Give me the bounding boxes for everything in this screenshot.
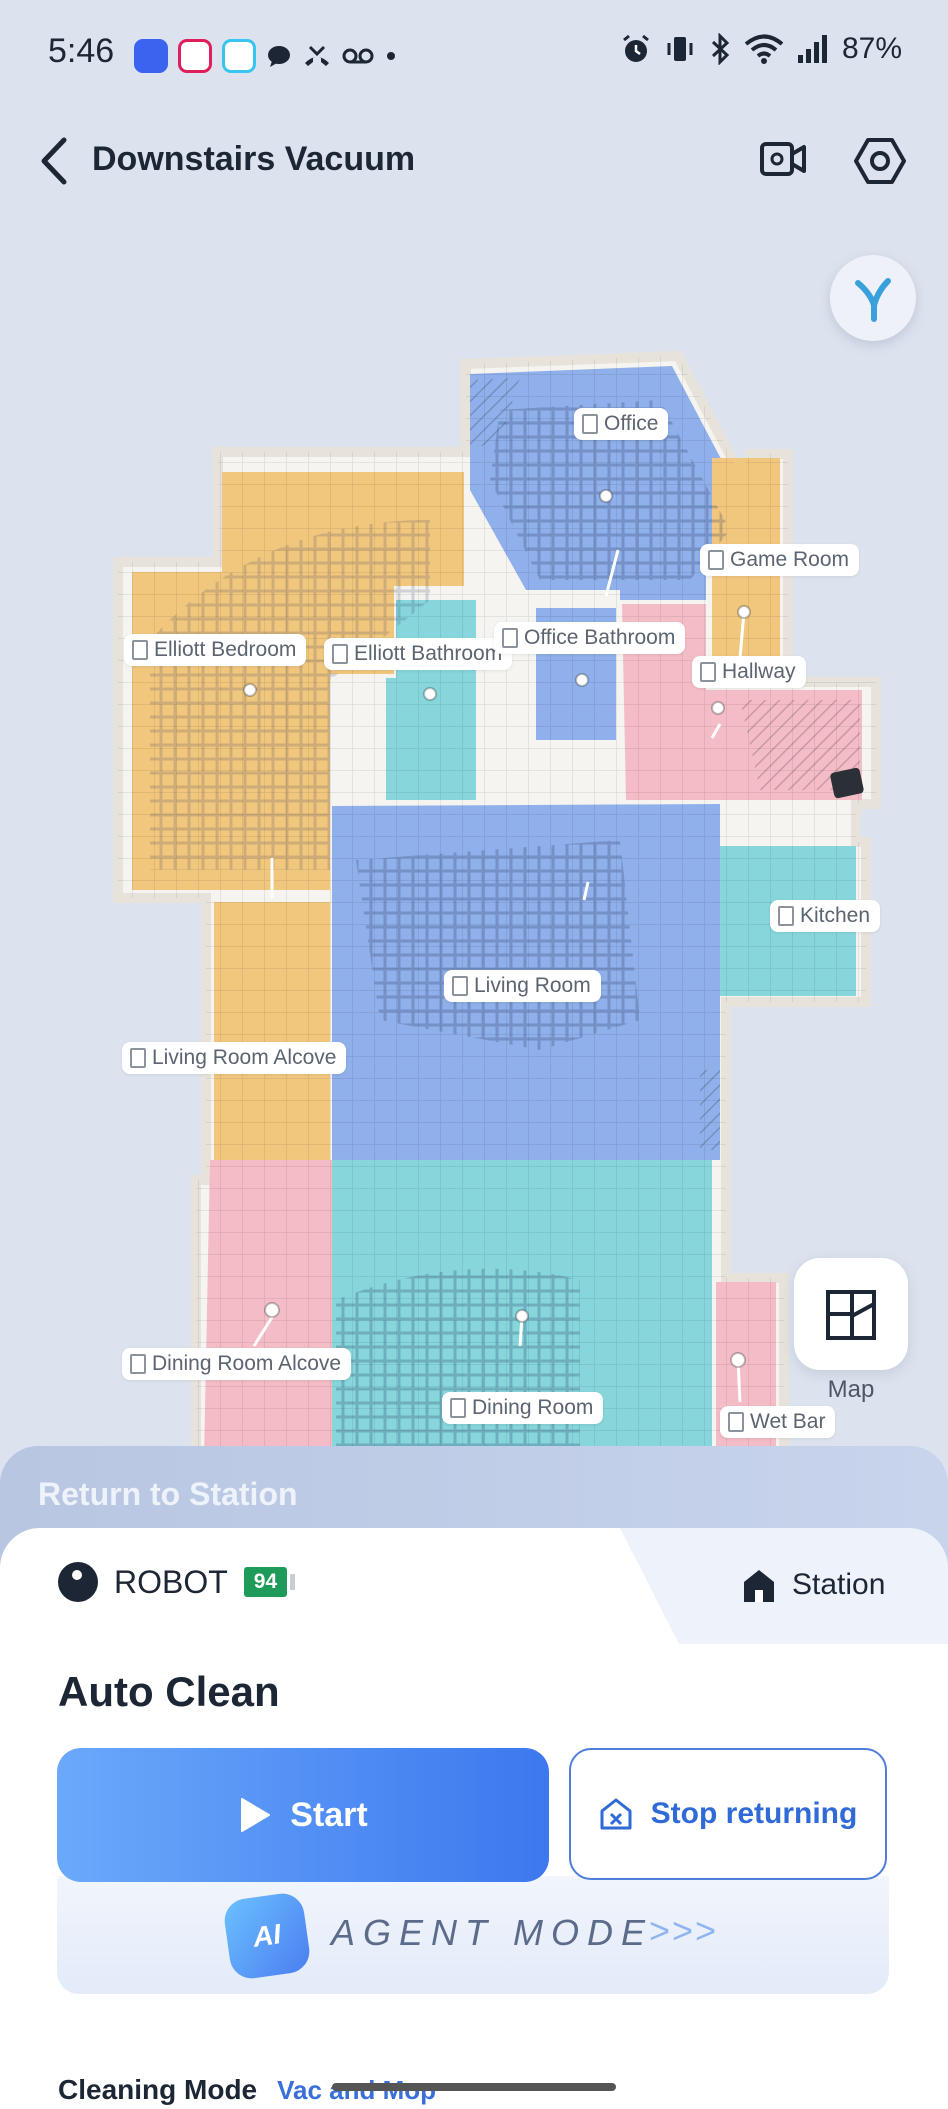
room-label-kitchen[interactable]: Kitchen [770, 900, 881, 932]
page-title: Downstairs Vacuum [92, 140, 416, 178]
station-tab[interactable]: Station [740, 1566, 885, 1604]
room-label-dining-room[interactable]: Dining Room [442, 1392, 604, 1424]
stop-returning-button[interactable]: Stop returning [569, 1748, 887, 1880]
bluetooth-icon [711, 33, 730, 65]
signal-app-icon [134, 39, 168, 73]
vibrate-icon [667, 37, 693, 61]
map-view-button[interactable] [794, 1258, 908, 1370]
gear-icon [854, 138, 906, 184]
battery-percent: 87% [841, 32, 902, 65]
door-icon [582, 414, 598, 434]
room-label-dining-room-alcove[interactable]: Dining Room Alcove [122, 1348, 352, 1380]
room-label-wet-bar[interactable]: Wet Bar [720, 1406, 836, 1438]
map-button-label: Map [827, 1376, 875, 1403]
chevrons-right-icon: >>> [649, 1910, 719, 1951]
station-label: Station [792, 1568, 886, 1601]
ai-badge-icon: AI [221, 1890, 313, 1982]
door-icon [132, 640, 148, 660]
agent-mode-bar[interactable]: AI AGENT MODE >>> [57, 1876, 889, 1994]
room-label-office-bathroom[interactable]: Office Bathroom [494, 622, 686, 654]
door-icon [708, 550, 724, 570]
door-icon [700, 662, 716, 682]
cleaning-mode-label: Cleaning Mode [58, 2074, 258, 2105]
door-icon [452, 976, 468, 996]
agent-mode-label: AGENT MODE [331, 1912, 654, 1953]
status-time: 5:46 [48, 32, 115, 70]
room-label-game-room[interactable]: Game Room [700, 544, 860, 576]
robot-tab[interactable]: ROBOT 94 [58, 1562, 296, 1602]
status-bar: 5:46 87% [0, 0, 948, 110]
voicemail-icon [342, 48, 374, 64]
video-camera-button[interactable] [758, 134, 808, 184]
alarm-icon [623, 34, 649, 62]
play-icon [241, 1798, 271, 1832]
chevron-left-icon [41, 137, 67, 185]
room-label-living-room-alcove[interactable]: Living Room Alcove [122, 1042, 347, 1074]
door-icon [502, 628, 518, 648]
door-icon [130, 1048, 146, 1068]
slack-icon [178, 39, 212, 73]
battery-level: 94 [243, 1567, 288, 1597]
robot-battery: 94 [243, 1567, 296, 1597]
slack-icon [222, 39, 256, 73]
battery-tip-icon [290, 1574, 296, 1590]
door-icon [332, 644, 348, 664]
room-label-office[interactable]: Office [574, 408, 669, 440]
video-camera-icon [760, 142, 806, 176]
missed-call-icon [305, 45, 329, 66]
home-cancel-icon [600, 1798, 632, 1830]
door-icon [778, 906, 794, 926]
door-icon [450, 1398, 466, 1418]
cleaning-section-title: Auto Clean [58, 1668, 280, 1715]
map-layout-icon [826, 1290, 876, 1340]
robot-label: ROBOT [114, 1563, 228, 1600]
room-label-elliott-bathroom[interactable]: Elliott Bathroom [324, 638, 513, 670]
robot-icon [58, 1562, 98, 1602]
cell-signal-icon [797, 35, 827, 63]
app-header: Downstairs Vacuum [0, 128, 948, 194]
room-label-elliott-bedroom[interactable]: Elliott Bedroom [124, 634, 307, 666]
wifi-icon [744, 34, 784, 64]
room-label-hallway[interactable]: Hallway [692, 656, 806, 688]
return-to-station-text: Return to Station [38, 1476, 298, 1512]
back-button[interactable] [34, 134, 74, 188]
dot-icon [387, 52, 395, 60]
status-right: 87% [620, 32, 902, 66]
start-button[interactable]: Start [57, 1748, 549, 1882]
home-indicator[interactable] [332, 2083, 616, 2091]
stop-label: Stop returning [650, 1797, 858, 1830]
start-label: Start [290, 1795, 368, 1834]
home-station-icon [744, 1570, 774, 1602]
room-label-living-room[interactable]: Living Room [444, 970, 601, 1002]
settings-button[interactable] [853, 134, 907, 188]
notification-icons [134, 36, 398, 76]
door-icon [728, 1412, 744, 1432]
door-icon [130, 1354, 146, 1374]
chat-icon [268, 46, 290, 67]
